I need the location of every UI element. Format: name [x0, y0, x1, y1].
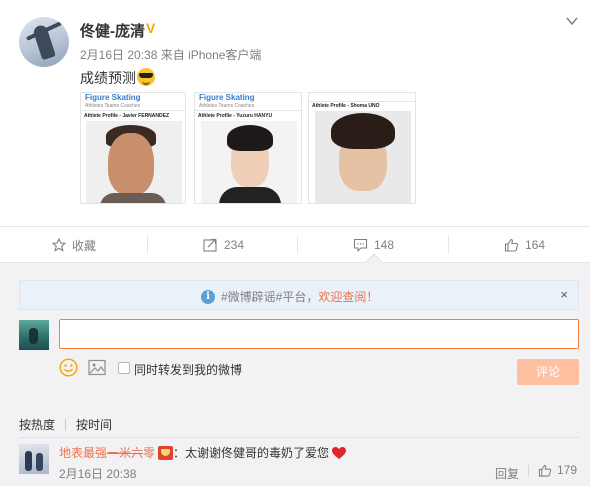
image-upload-icon[interactable]	[88, 359, 106, 376]
athlete-profile-title: Athlete Profile - Javier FERNANDEZ	[84, 113, 170, 119]
athlete-portrait	[315, 111, 411, 203]
notice-text: #微博辟谣#平台，	[221, 290, 319, 304]
heart-icon	[332, 446, 347, 459]
forward-checkbox[interactable]	[118, 362, 130, 374]
commenter-avatar[interactable]	[19, 444, 49, 474]
post-source: 来自 iPhone客户端	[160, 48, 262, 62]
like-count: 164	[525, 238, 546, 252]
post-photo-3[interactable]: Athlete Profile - Shoma UNO	[308, 92, 416, 204]
thumbs-up-icon	[504, 238, 519, 252]
forward-checkbox-label[interactable]: 同时转发到我的微博	[134, 361, 242, 378]
notice-link[interactable]: 欢迎查阅！	[318, 288, 378, 305]
photo-nav: Athletes Teams Coaches	[85, 103, 141, 109]
comment-icon	[353, 238, 368, 252]
figure-skating-logo: Figure Skating	[199, 93, 255, 102]
reply-button[interactable]: 回复	[495, 465, 519, 482]
comment-like-count: 179	[557, 463, 578, 477]
post-photo-1[interactable]: Figure Skating Athletes Teams Coaches At…	[80, 92, 186, 204]
post-meta: 2月16日 20:38 来自 iPhone客户端	[80, 46, 261, 63]
comment-section: i #微博辟谣#平台， 欢迎查阅！ × 同时转发到我的微博 评论 按热度 按时间…	[0, 262, 590, 486]
close-icon[interactable]: ×	[560, 287, 568, 302]
forward-button[interactable]: 234	[203, 227, 244, 263]
comment-like-button[interactable]: 179	[538, 463, 577, 477]
athlete-portrait	[201, 121, 297, 203]
weibo-post: 佟健-庞清 V 2月16日 20:38 来自 iPhone客户端 成绩预测 Fi…	[0, 0, 590, 226]
star-icon	[52, 238, 66, 252]
user-avatar[interactable]	[19, 17, 69, 67]
forward-count: 234	[224, 238, 245, 252]
thumbs-up-icon	[538, 464, 552, 477]
member-badge-icon	[158, 445, 174, 460]
comment-text: ：太谢谢佟健哥的毒奶了爱您	[173, 446, 330, 460]
sort-by-hot-tab[interactable]: 按热度	[19, 416, 55, 433]
athlete-profile-title: Athlete Profile - Shoma UNO	[312, 103, 380, 109]
rumor-notice-banner: i #微博辟谣#平台， 欢迎查阅！ ×	[19, 280, 579, 310]
chevron-down-icon[interactable]	[565, 14, 579, 28]
post-photo-2[interactable]: Figure Skating Athletes Teams Coaches At…	[194, 92, 302, 204]
athlete-profile-title: Athlete Profile - Yuzuru HANYU	[198, 113, 273, 119]
comment-sort-bar: 按热度 按时间	[19, 416, 112, 433]
photo-nav: Athletes Teams Coaches	[199, 103, 255, 109]
comment-body: 地表最强一米六零 ：太谢谢佟健哥的毒奶了爱您	[59, 444, 347, 461]
info-icon: i	[201, 289, 215, 304]
verified-badge-icon: V	[146, 20, 156, 36]
post-action-bar: 收藏 234 148 164	[0, 226, 590, 262]
favorite-button[interactable]: 收藏	[52, 227, 96, 263]
comment-submit-button[interactable]: 评论	[517, 359, 579, 385]
favorite-label: 收藏	[72, 238, 97, 253]
like-button[interactable]: 164	[504, 227, 545, 263]
forward-icon	[203, 238, 217, 252]
sort-by-time-tab[interactable]: 按时间	[76, 416, 112, 433]
figure-skating-logo: Figure Skating	[85, 93, 141, 102]
post-text-content: 成绩预测	[80, 70, 136, 86]
post-text: 成绩预测	[80, 68, 155, 88]
commenter-name[interactable]: 地表最强一米六零	[59, 444, 155, 461]
emoji-picker-icon[interactable]	[59, 358, 78, 377]
cool-emoji-icon	[137, 68, 155, 86]
comment-count: 148	[374, 238, 395, 252]
comment-time: 2月16日 20:38	[59, 467, 137, 481]
post-date[interactable]: 2月16日 20:38	[80, 48, 157, 62]
comment-input[interactable]	[59, 319, 579, 349]
my-avatar[interactable]	[19, 320, 49, 350]
username[interactable]: 佟健-庞清	[80, 20, 145, 41]
athlete-portrait	[86, 121, 182, 203]
